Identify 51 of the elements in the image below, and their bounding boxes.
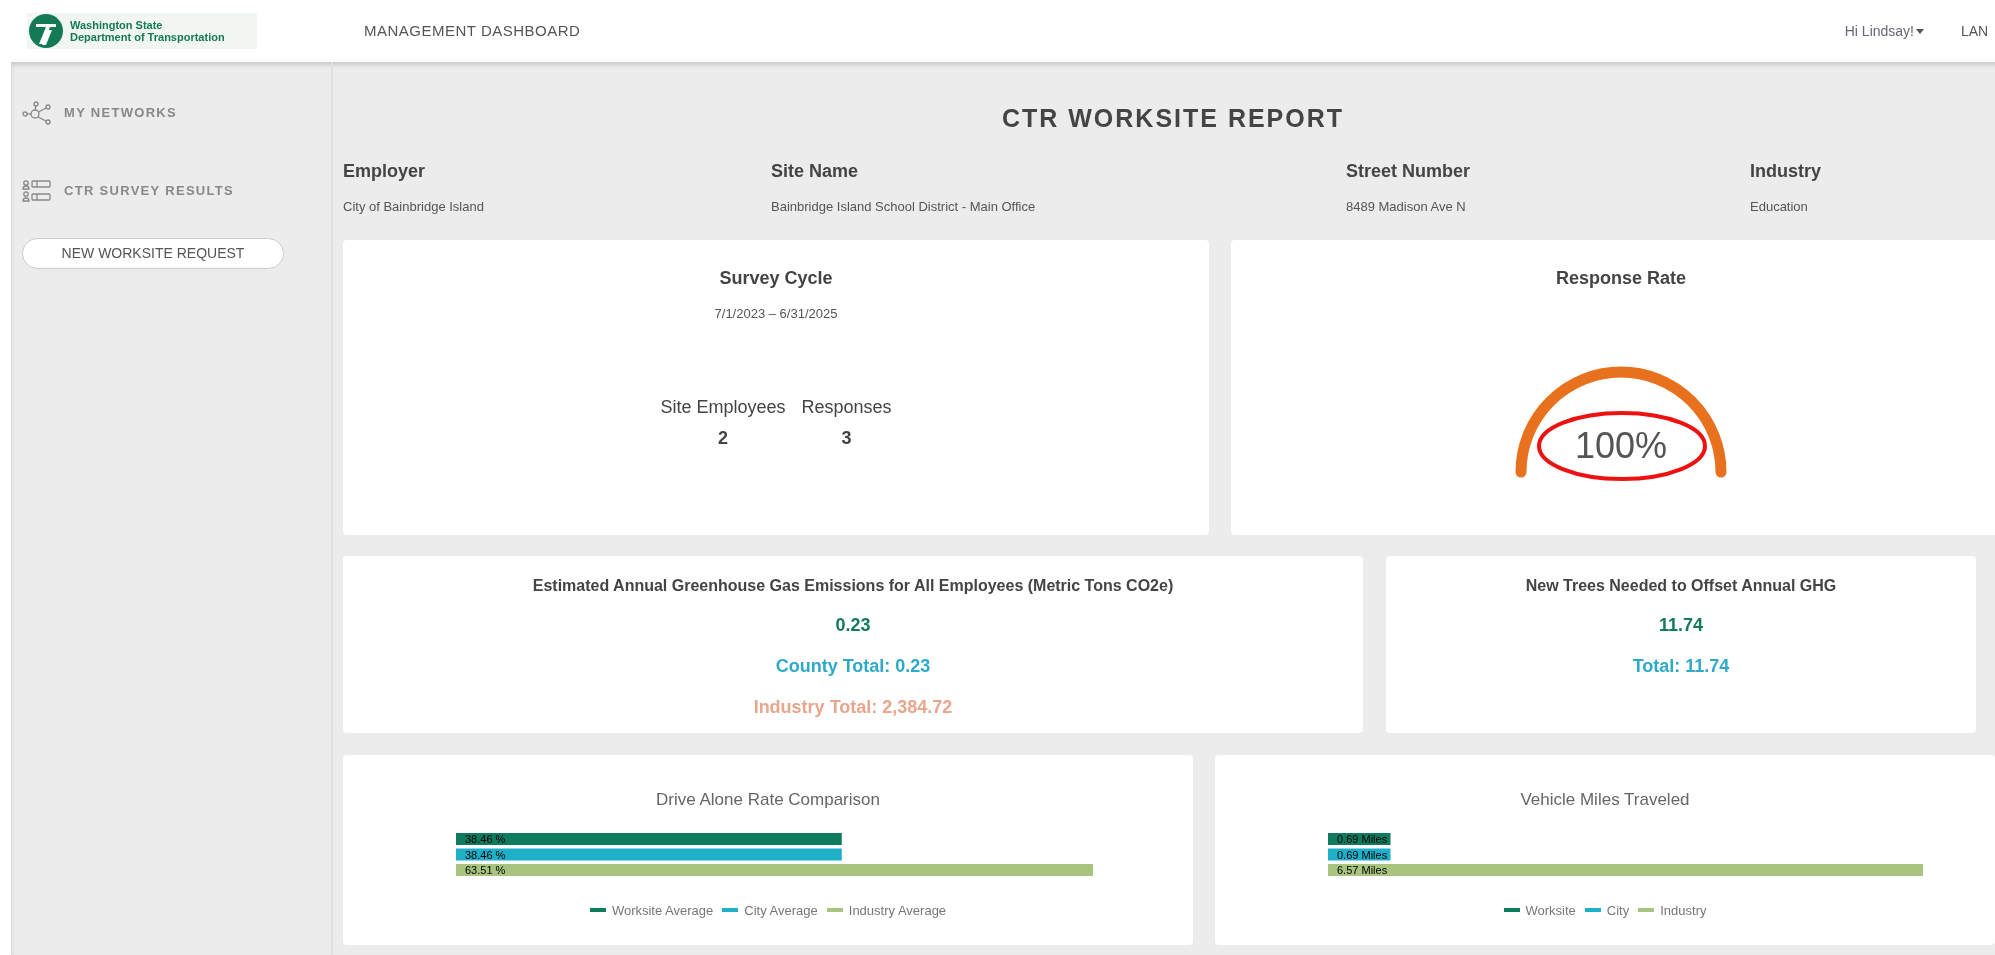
stat-label: Site Employees (660, 395, 786, 419)
legend-label: City (1606, 901, 1630, 920)
logo-text: Department of Transportation (70, 31, 225, 43)
bar-value-label: 0.69 Miles (1337, 832, 1388, 845)
logo-text: Washington State (70, 19, 164, 31)
metric-value: Industry Total: 2,384.72 (753, 696, 953, 719)
legend-label: Worksite Average (611, 901, 714, 920)
report-title: CTR WORKSITE REPORT (1001, 103, 1345, 134)
logo[interactable]: Washington State Department of Transportation (27, 13, 257, 49)
stat-value: 2 (717, 426, 728, 450)
caret-icon (1916, 28, 1924, 34)
logo-emblem-icon (29, 14, 63, 48)
sidebar-item[interactable]: CTR SURVEY RESULTS (22, 179, 331, 203)
chart-title: Vehicle Miles Traveled (1520, 789, 1690, 811)
bar-value-label: 38.46 % (465, 848, 506, 860)
field-value: Education (1750, 197, 1809, 216)
dashboard-title[interactable]: MANAGEMENT DASHBOARD (364, 19, 581, 43)
metric-value: County Total: 0.23 (775, 655, 931, 678)
bar-value-label: 63.51 % (465, 863, 506, 876)
bar-value-label: 6.57 Miles (1337, 863, 1388, 876)
survey-dates: 7/1/2023 – 6/31/2025 (714, 305, 838, 323)
card-title: New Trees Needed to Offset Annual GHG (1525, 576, 1837, 596)
field-value: Bainbridge Island School District - Main Office (771, 197, 1037, 216)
language-menu[interactable]: LAN (1961, 20, 1995, 42)
response-rate-value: 100% (1573, 424, 1669, 468)
sidebar-item[interactable]: MY NETWORKS (22, 101, 331, 125)
metric-value: 11.74 (1658, 614, 1704, 637)
field-label: Site Name (771, 159, 860, 183)
card-title: Response Rate (1555, 267, 1686, 290)
field-label: Street Number (1346, 159, 1472, 183)
bar-value-label: 38.46 % (465, 832, 506, 845)
field-value: 8489 Madison Ave N (1346, 197, 1467, 216)
chart-title: Drive Alone Rate Comparison (656, 789, 880, 811)
legend-label: Industry Average (848, 901, 947, 920)
card-title: Survey Cycle (719, 267, 833, 290)
stat-value: 3 (841, 426, 852, 450)
legend-label: Worksite (1525, 901, 1576, 920)
new-worksite-request-button[interactable]: NEW WORKSITE REQUEST (22, 238, 284, 269)
legend-label: Industry (1660, 901, 1707, 920)
stat-label: Responses (801, 395, 892, 419)
bar-value-label: 0.69 Miles (1337, 848, 1388, 860)
field-value: City of Bainbridge Island (343, 197, 485, 216)
legend-label: City Average (744, 901, 818, 920)
card-title: Estimated Annual Greenhouse Gas Emissions for All Employees (Metric Tons CO2e) (532, 576, 1174, 596)
field-label: Industry (1750, 159, 1822, 183)
metric-value: 0.23 (835, 614, 871, 637)
network-icon (22, 101, 52, 125)
user-menu[interactable]: Hi Lindsay! (1844, 20, 1924, 42)
survey-list-icon (22, 179, 52, 203)
field-label: Employer (343, 159, 427, 183)
metric-value: Total: 11.74 (1632, 655, 1730, 678)
